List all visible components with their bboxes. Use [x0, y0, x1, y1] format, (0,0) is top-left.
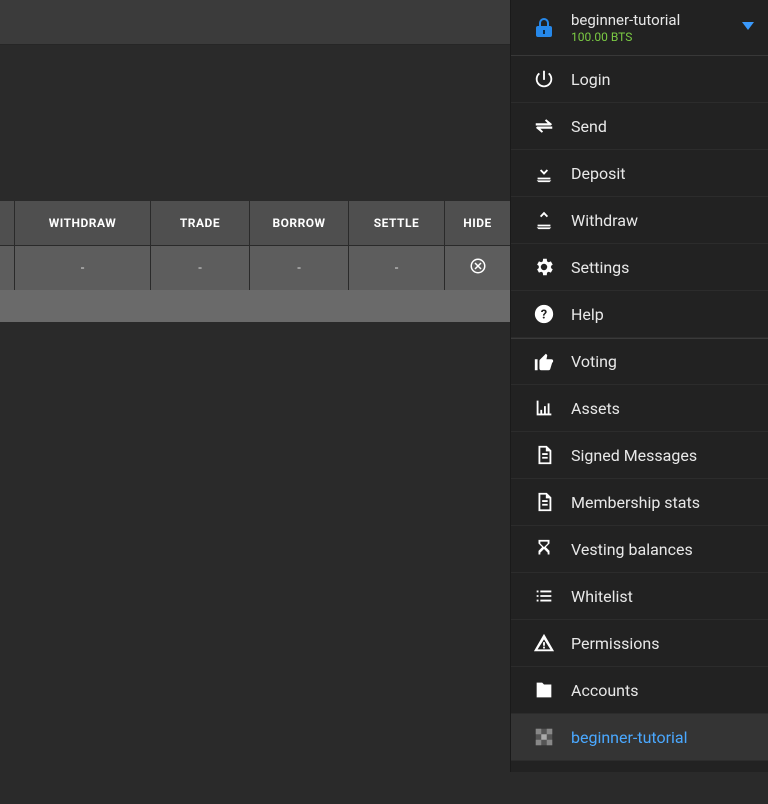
upload-icon: [531, 208, 557, 232]
menu-label: Membership stats: [571, 493, 700, 512]
lock-icon[interactable]: [527, 15, 561, 41]
menu-voting[interactable]: Voting: [511, 338, 768, 385]
sidebar-menu: Login Send Deposit Withdraw Settings ? H…: [511, 56, 768, 761]
table-header-row: WITHDRAW TRADE BORROW SETTLE HIDE: [0, 200, 510, 245]
hide-button[interactable]: [445, 246, 510, 290]
document-icon: [531, 490, 557, 514]
menu-current-account[interactable]: beginner-tutorial: [511, 714, 768, 761]
menu-accounts[interactable]: Accounts: [511, 667, 768, 714]
thumbs-up-icon: [531, 350, 557, 374]
menu-label: Withdraw: [571, 211, 638, 230]
account-info: beginner-tutorial 100.00 BTS: [571, 11, 754, 44]
menu-label: Login: [571, 70, 610, 89]
menu-whitelist[interactable]: Whitelist: [511, 573, 768, 620]
cell-borrow[interactable]: -: [250, 246, 349, 290]
svg-text:?: ?: [541, 308, 547, 323]
account-sidebar: beginner-tutorial 100.00 BTS Login Send …: [510, 0, 768, 772]
transfer-icon: [531, 114, 557, 138]
menu-deposit[interactable]: Deposit: [511, 150, 768, 197]
col-trade-header: TRADE: [151, 201, 250, 245]
menu-withdraw[interactable]: Withdraw: [511, 197, 768, 244]
folder-icon: [531, 678, 557, 702]
col-withdraw-header: WITHDRAW: [15, 201, 151, 245]
menu-label: Deposit: [571, 164, 625, 183]
menu-signed-messages[interactable]: Signed Messages: [511, 432, 768, 479]
col-spacer: [0, 201, 15, 245]
power-icon: [531, 67, 557, 91]
menu-login[interactable]: Login: [511, 56, 768, 103]
table-row: - - - -: [0, 245, 510, 290]
cell-trade[interactable]: -: [151, 246, 250, 290]
main-content: WITHDRAW TRADE BORROW SETTLE HIDE - - - …: [0, 0, 510, 804]
col-borrow-header: BORROW: [250, 201, 349, 245]
menu-label: Voting: [571, 352, 617, 371]
hourglass-icon: [531, 537, 557, 561]
menu-assets[interactable]: Assets: [511, 385, 768, 432]
menu-send[interactable]: Send: [511, 103, 768, 150]
document-icon: [531, 443, 557, 467]
cell-settle[interactable]: -: [349, 246, 445, 290]
menu-label: beginner-tutorial: [571, 728, 688, 747]
account-name: beginner-tutorial: [571, 11, 754, 29]
menu-label: Vesting balances: [571, 540, 693, 559]
download-icon: [531, 161, 557, 185]
warning-icon: [531, 631, 557, 655]
col-hide-header: HIDE: [445, 201, 510, 245]
menu-settings[interactable]: Settings: [511, 244, 768, 291]
table-footer: [0, 290, 510, 322]
menu-label: Help: [571, 305, 604, 324]
menu-label: Send: [571, 117, 607, 136]
chart-icon: [531, 396, 557, 420]
menu-label: Settings: [571, 258, 629, 277]
menu-label: Permissions: [571, 634, 659, 653]
row-spacer: [0, 246, 15, 290]
gear-icon: [531, 255, 557, 279]
avatar-icon: [531, 725, 557, 749]
menu-label: Assets: [571, 399, 620, 418]
col-settle-header: SETTLE: [349, 201, 445, 245]
menu-label: Whitelist: [571, 587, 633, 606]
account-header[interactable]: beginner-tutorial 100.00 BTS: [511, 0, 768, 56]
asset-table: WITHDRAW TRADE BORROW SETTLE HIDE - - - …: [0, 200, 510, 322]
list-icon: [531, 584, 557, 608]
spacer: [0, 45, 510, 200]
cell-withdraw[interactable]: -: [15, 246, 151, 290]
menu-label: Accounts: [571, 681, 638, 700]
help-icon: ?: [531, 302, 557, 326]
menu-label: Signed Messages: [571, 446, 697, 465]
close-circle-icon: [469, 257, 487, 279]
menu-vesting[interactable]: Vesting balances: [511, 526, 768, 573]
chevron-down-icon[interactable]: [742, 22, 754, 30]
top-bar: [0, 0, 510, 45]
account-balance: 100.00 BTS: [571, 30, 754, 44]
menu-membership[interactable]: Membership stats: [511, 479, 768, 526]
menu-permissions[interactable]: Permissions: [511, 620, 768, 667]
menu-help[interactable]: ? Help: [511, 291, 768, 338]
